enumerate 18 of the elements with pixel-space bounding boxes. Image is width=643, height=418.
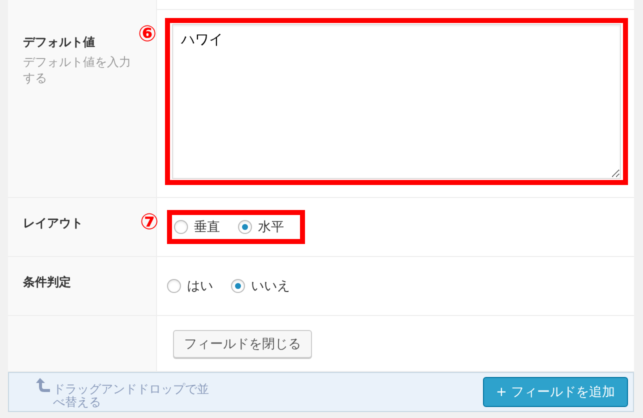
field-label: デフォルト値 — [23, 34, 96, 51]
drag-hint: ドラッグアンドドロップで並べ替える — [53, 383, 210, 409]
radio-button[interactable] — [167, 279, 181, 293]
radio-button[interactable] — [238, 220, 252, 234]
radio-label: いいえ — [251, 278, 290, 295]
default-value-field[interactable]: ハワイ — [172, 24, 621, 179]
radio-button[interactable] — [174, 220, 188, 234]
field-description: デフォルト値を入力する — [23, 54, 132, 86]
radio-label: はい — [187, 278, 213, 295]
field-label: 条件判定 — [23, 274, 72, 291]
curved-arrow-icon — [35, 375, 51, 395]
annotation-number: ⑥ — [138, 22, 157, 47]
radio-button[interactable] — [231, 279, 245, 293]
annotation-number: ⑦ — [140, 210, 159, 235]
close-field-button[interactable]: フィールドを閉じる — [173, 330, 312, 358]
radio-label: 垂直 — [194, 219, 220, 236]
radio-label: 水平 — [258, 219, 284, 236]
field-label: レイアウト — [23, 215, 84, 232]
